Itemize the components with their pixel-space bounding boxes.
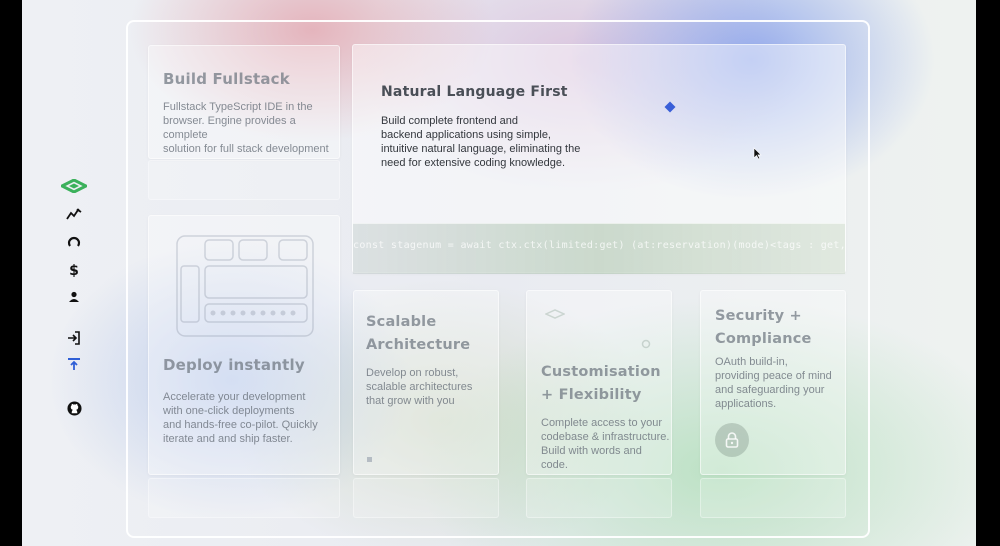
card-security: Security + Compliance OAuth build-in, pr… [700, 290, 846, 475]
body-line: OAuth build-in, [715, 356, 788, 368]
lock-icon [725, 432, 739, 448]
card-title: Customisation + Flexibility [541, 361, 661, 407]
card-shadow [148, 160, 340, 200]
body-line: intuitive natural language, eliminating … [381, 143, 581, 155]
body-line: browser. Engine provides a complete [163, 115, 296, 141]
card-title: Natural Language First [381, 84, 568, 100]
card-title: Deploy instantly [163, 356, 305, 374]
code-strip: const stagenum = await ctx.ctx(limited:g… [353, 223, 845, 274]
card-body: Develop on robust, scalable architecture… [366, 366, 496, 408]
loop-icon[interactable] [60, 232, 88, 252]
logo-faint-icon [545, 309, 565, 319]
body-line: and safeguarding your [715, 384, 825, 396]
body-line: Develop on robust, [366, 367, 459, 379]
deploy-illustration [176, 235, 314, 337]
card-body: OAuth build-in, providing peace of mind … [715, 355, 843, 411]
card-title: Scalable Architecture [366, 311, 470, 357]
body-line: that grow with you [366, 395, 455, 407]
card-natural-language: Natural Language First Build complete fr… [352, 44, 846, 274]
body-line: Accelerate your development [163, 391, 306, 403]
body-line: and hands-free co-pilot. Quickly [163, 419, 318, 431]
dollar-icon[interactable]: $ [60, 260, 88, 280]
cursor-icon [753, 147, 762, 160]
card-deploy: Deploy instantly Accelerate your develop… [148, 215, 340, 475]
card-title: Security + Compliance [715, 305, 812, 351]
card-scalable: Scalable Architecture Develop on robust,… [353, 290, 499, 475]
activity-icon[interactable] [60, 204, 88, 224]
title-line: Architecture [366, 337, 471, 353]
body-line: iterate and and ship faster. [163, 433, 293, 445]
code-line: const stagenum = await ctx.ctx(limited:g… [353, 240, 845, 251]
title-line: Compliance [715, 331, 812, 347]
body-line: codebase & infrastructure. [541, 431, 670, 443]
body-line: solution for full stack development [163, 143, 329, 155]
gear-icon [641, 339, 651, 349]
svg-text:$: $ [69, 263, 79, 278]
card-shadow [148, 478, 340, 518]
upload-icon[interactable] [60, 354, 88, 374]
card-body: Fullstack TypeScript IDE in the browser.… [163, 100, 335, 156]
card-customisation: Customisation + Flexibility Complete acc… [526, 290, 672, 475]
logo-icon[interactable] [60, 176, 88, 196]
card-body: Accelerate your development with one-cli… [163, 390, 335, 446]
title-line: Scalable [366, 314, 437, 330]
square-icon [367, 457, 372, 462]
github-icon[interactable] [60, 398, 88, 418]
card-body: Build complete frontend and backend appl… [381, 114, 601, 170]
body-line: with one-click deployments [163, 405, 295, 417]
body-line: Fullstack TypeScript IDE in the [163, 101, 313, 113]
login-icon[interactable] [60, 328, 88, 348]
card-shadow [353, 478, 499, 518]
title-line: Security + [715, 308, 802, 324]
body-line: scalable architectures [366, 381, 473, 393]
body-line: need for extensive coding knowledge. [381, 157, 566, 169]
card-build-fullstack: Build Fullstack Fullstack TypeScript IDE… [148, 45, 340, 159]
body-line: Build complete frontend and [381, 115, 518, 127]
diamond-icon [664, 101, 676, 113]
card-body: Complete access to your codebase & infra… [541, 416, 671, 472]
body-line: backend applications using simple, [381, 129, 551, 141]
title-line: + Flexibility [541, 387, 642, 403]
body-line: applications. [715, 398, 777, 410]
card-title: Build Fullstack [163, 70, 290, 88]
page-background: $ Build Fullstack Fullstack TypeScript I… [22, 0, 976, 546]
title-line: Customisation [541, 364, 661, 380]
card-shadow [700, 478, 846, 518]
body-line: Complete access to your [541, 417, 663, 429]
card-shadow [526, 478, 672, 518]
lock-badge [715, 423, 749, 457]
body-line: Build with words and code. [541, 445, 642, 471]
body-line: providing peace of mind [715, 370, 832, 382]
user-icon[interactable] [60, 287, 88, 307]
